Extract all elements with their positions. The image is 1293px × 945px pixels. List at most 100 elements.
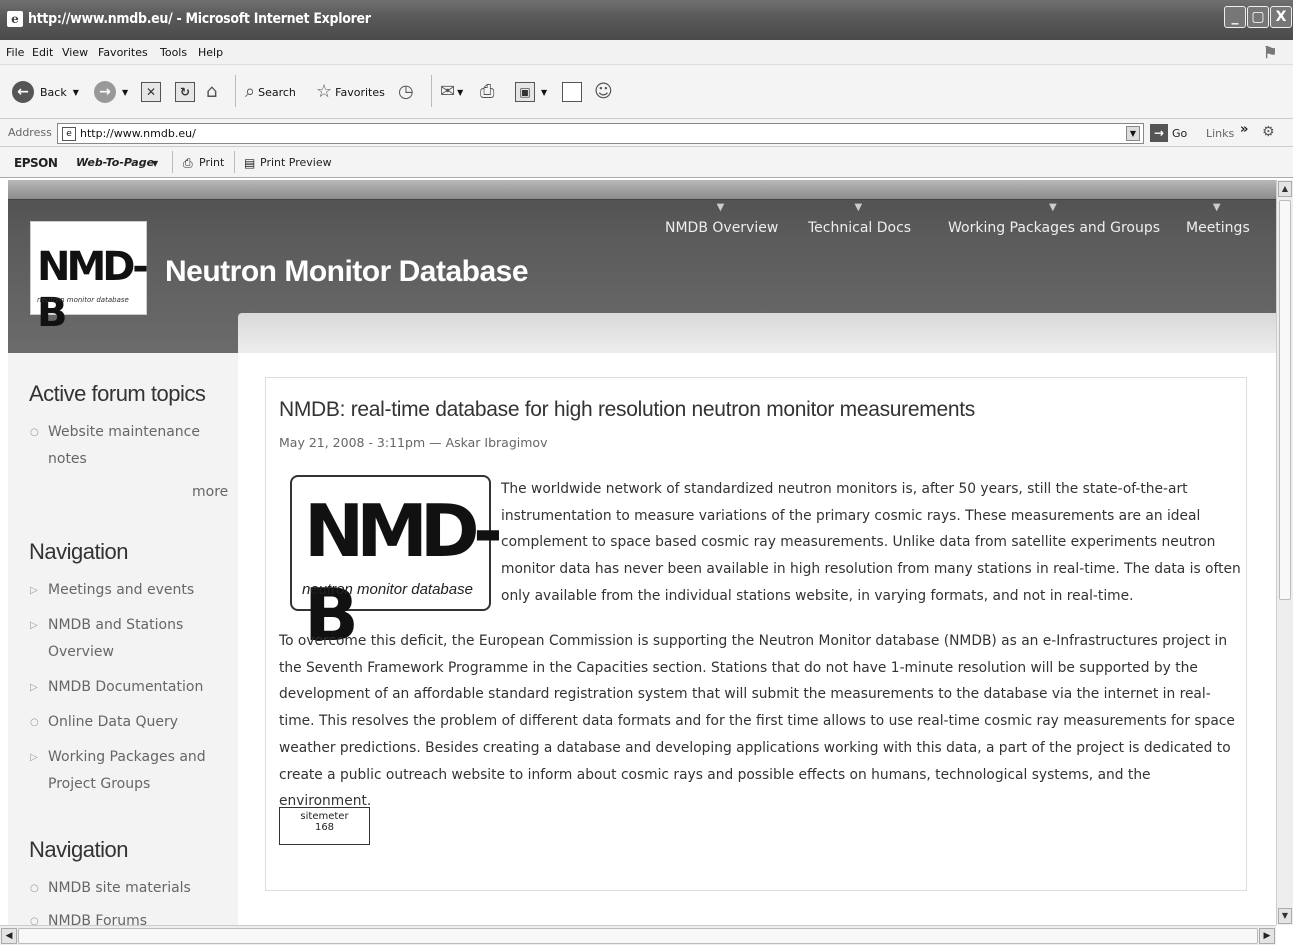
- epson-print-button[interactable]: Print: [199, 156, 224, 169]
- favorites-button[interactable]: ☆ Favorites: [316, 79, 385, 105]
- vertical-scrollbar[interactable]: ▲ ▼: [1276, 180, 1293, 925]
- history-icon: ◷: [398, 81, 414, 102]
- messenger-icon: ☺: [594, 81, 613, 102]
- sidebar-item-site-materials[interactable]: NMDB site materials: [30, 875, 191, 902]
- scroll-down-icon[interactable]: ▼: [1278, 908, 1292, 924]
- header-top-strip: [8, 180, 1276, 200]
- scroll-right-icon[interactable]: ▶: [1259, 928, 1275, 944]
- address-label: Address: [8, 126, 52, 139]
- history-button[interactable]: ◷: [398, 79, 414, 105]
- nav-meetings[interactable]: Meetings: [1186, 202, 1250, 236]
- back-button[interactable]: ← Back ▼: [12, 79, 79, 105]
- home-icon: ⌂: [206, 81, 218, 102]
- article-paragraph-2: To overcome this deficit, the European C…: [279, 633, 1235, 810]
- mail-button[interactable]: ✉ ▼: [440, 79, 463, 105]
- links-chevron-icon[interactable]: »: [1240, 122, 1248, 137]
- mail-dropdown-icon[interactable]: ▼: [457, 88, 463, 97]
- sidebar-item-documentation[interactable]: NMDB Documentation: [30, 674, 203, 701]
- web-to-page-button[interactable]: Web-To-Page: [76, 156, 154, 169]
- search-button[interactable]: ⌕ Search: [245, 79, 296, 105]
- sidebar-item-data-query[interactable]: Online Data Query: [30, 709, 178, 736]
- scroll-left-icon[interactable]: ◀: [1, 928, 17, 944]
- navigation-heading: Navigation: [29, 539, 128, 564]
- discuss-button[interactable]: [562, 79, 582, 105]
- extension-icon[interactable]: ⚙: [1262, 124, 1275, 140]
- page-viewport: NMD-B neutron monitor database Neutron M…: [8, 180, 1276, 925]
- site-logo[interactable]: NMD-B neutron monitor database: [30, 221, 149, 336]
- sidebar: Active forum topics Website maintenance …: [8, 353, 238, 925]
- messenger-button[interactable]: ☺: [594, 79, 613, 105]
- navigation-heading-2: Navigation: [29, 837, 128, 862]
- toolbar-separator: [234, 151, 235, 173]
- article-title[interactable]: NMDB: real-time database for high resolu…: [279, 398, 975, 422]
- menu-help[interactable]: Help: [198, 46, 223, 59]
- maximize-button[interactable]: ▢: [1247, 6, 1269, 28]
- vertical-scroll-thumb[interactable]: [1279, 200, 1291, 600]
- nav-working-packages[interactable]: Working Packages and Groups: [948, 202, 1160, 236]
- sidebar-item-meetings[interactable]: Meetings and events: [30, 577, 194, 604]
- menu-favorites[interactable]: Favorites: [98, 46, 148, 59]
- menu-edit[interactable]: Edit: [32, 46, 53, 59]
- logo-subtext: neutron monitor database: [302, 581, 473, 598]
- header-secondary-bar: [238, 313, 1276, 353]
- home-button[interactable]: ⌂: [206, 79, 217, 105]
- sidebar-item-working-packages[interactable]: Working Packages and Project Groups: [30, 744, 208, 798]
- page-icon: e: [62, 127, 76, 141]
- nav-technical-docs[interactable]: Technical Docs: [808, 202, 911, 236]
- go-arrow-icon[interactable]: →: [1150, 124, 1168, 142]
- links-label[interactable]: Links: [1206, 127, 1234, 140]
- close-button[interactable]: X: [1270, 6, 1292, 28]
- article-paragraph-1: The worldwide network of standardized ne…: [501, 481, 1241, 604]
- favorites-label: Favorites: [335, 85, 385, 99]
- ie-icon: e: [7, 11, 23, 27]
- edit-button[interactable]: ▣ ▼: [515, 79, 547, 105]
- forward-dropdown-icon[interactable]: ▼: [122, 88, 128, 97]
- stop-button[interactable]: ✕: [141, 79, 161, 105]
- address-bar: Address e http://www.nmdb.eu/ ▼ → Go Lin…: [0, 118, 1293, 146]
- logo-text: NMD-B: [37, 244, 149, 336]
- scroll-up-icon[interactable]: ▲: [1278, 181, 1292, 197]
- windows-flag-icon: ⚑: [1263, 43, 1278, 62]
- sidebar-item-forums[interactable]: NMDB Forums: [30, 908, 147, 925]
- toolbar-separator: [235, 75, 236, 107]
- discuss-icon: [562, 82, 582, 102]
- back-arrow-icon: ←: [12, 81, 34, 103]
- stop-icon: ✕: [141, 82, 161, 102]
- nav-nmdb-overview[interactable]: NMDB Overview: [665, 202, 778, 236]
- menu-file[interactable]: File: [6, 46, 24, 59]
- sitemeter-label: sitemeter: [300, 811, 349, 822]
- sitemeter-badge[interactable]: sitemeter 168: [279, 807, 370, 845]
- edit-dropdown-icon[interactable]: ▼: [541, 88, 547, 97]
- forward-arrow-icon: →: [94, 81, 116, 103]
- refresh-button[interactable]: ↻: [175, 79, 195, 105]
- menu-view[interactable]: View: [62, 46, 88, 59]
- sidebar-item-stations-overview[interactable]: NMDB and Stations Overview: [30, 612, 198, 666]
- print-icon: ⎙: [183, 156, 193, 170]
- forum-heading: Active forum topics: [29, 381, 206, 406]
- web-to-page-dropdown-icon[interactable]: ▼: [152, 159, 158, 168]
- menu-tools[interactable]: Tools: [160, 46, 187, 59]
- print-button[interactable]: ⎙: [480, 79, 494, 105]
- back-dropdown-icon[interactable]: ▼: [73, 88, 79, 97]
- horizontal-scrollbar[interactable]: ◀ ▶: [0, 925, 1276, 945]
- menu-bar: File Edit View Favorites Tools Help ⚑: [0, 40, 1293, 64]
- window-titlebar: e http://www.nmdb.eu/ - Microsoft Intern…: [0, 0, 1293, 40]
- logo-subtext: neutron monitor database: [37, 296, 129, 304]
- more-link[interactable]: more: [192, 484, 228, 500]
- address-dropdown-icon[interactable]: ▼: [1126, 126, 1140, 141]
- mail-icon: ✉: [440, 81, 456, 102]
- printer-icon: ⎙: [480, 81, 495, 102]
- refresh-icon: ↻: [175, 82, 195, 102]
- toolbar-separator: [172, 151, 173, 173]
- go-button[interactable]: Go: [1172, 127, 1187, 140]
- horizontal-scroll-thumb[interactable]: [18, 928, 1258, 944]
- print-preview-icon: ▤: [244, 156, 256, 170]
- minimize-button[interactable]: _: [1224, 6, 1246, 28]
- site-name[interactable]: Neutron Monitor Database: [165, 255, 529, 289]
- search-icon: ⌕: [245, 81, 256, 102]
- epson-toolbar: EPSON Web-To-Page ▼ ⎙ Print ▤ Print Prev…: [0, 146, 1293, 178]
- forum-item-website-maintenance[interactable]: Website maintenance notes: [30, 419, 208, 473]
- print-preview-button[interactable]: Print Preview: [260, 156, 332, 169]
- address-input[interactable]: e http://www.nmdb.eu/ ▼: [57, 123, 1144, 144]
- forward-button[interactable]: → ▼: [94, 79, 128, 105]
